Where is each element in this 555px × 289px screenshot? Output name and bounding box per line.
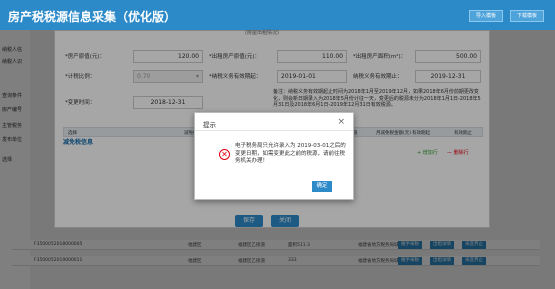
error-icon: ✕ — [219, 149, 230, 160]
import-template-button[interactable]: 导入模板 — [469, 10, 504, 22]
dialog-title: 提示 — [203, 121, 216, 129]
alert-dialog: 提示 × ✕ 电子税务局只允许录入为 2019-03-01之后的变更日期，如需变… — [194, 112, 354, 200]
dialog-divider — [195, 130, 353, 131]
close-icon[interactable]: × — [337, 117, 345, 127]
page-title: 房产税税源信息采集（优化版） — [8, 10, 177, 24]
app-header: 房产税税源信息采集（优化版） 导入模板 下载模板 — [0, 0, 555, 30]
dialog-message: 电子税务局只允许录入为 2019-03-01之后的变更日期，如需变更此之前的税源… — [235, 143, 346, 165]
download-template-button[interactable]: 下载模板 — [510, 10, 545, 22]
ok-button[interactable]: 确定 — [312, 181, 332, 192]
